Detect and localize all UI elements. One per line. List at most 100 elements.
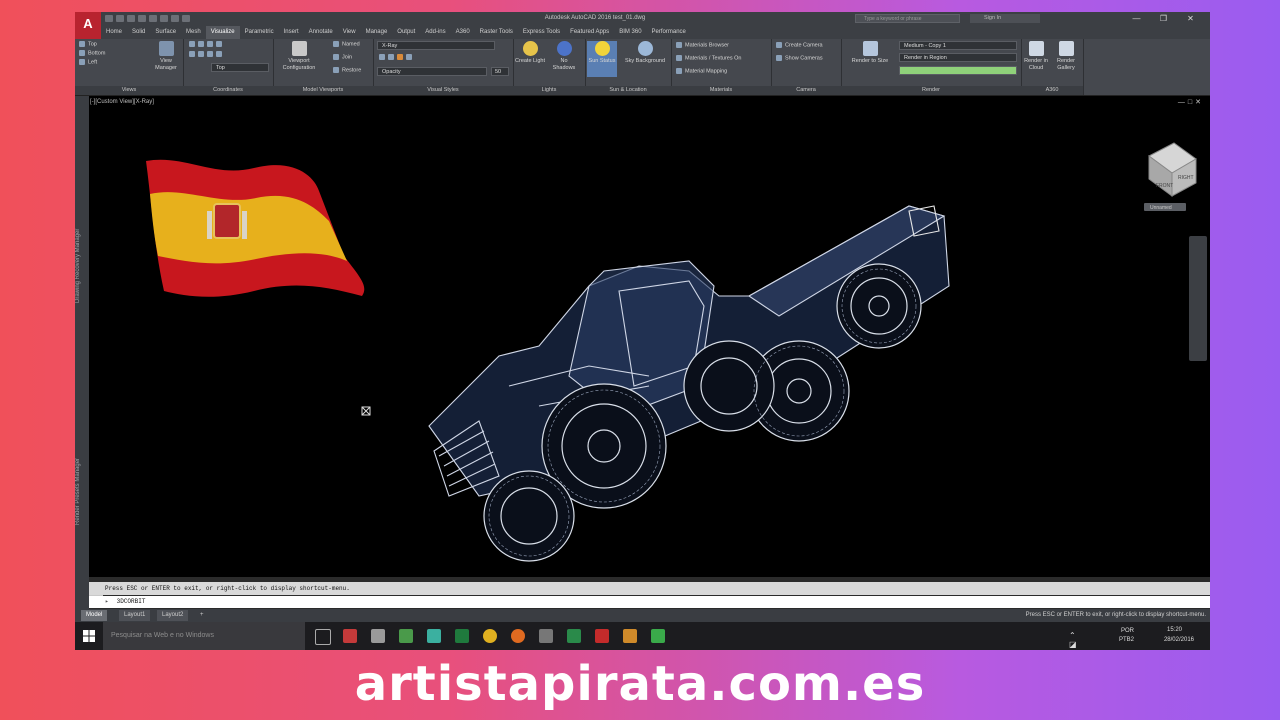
excel-icon[interactable] [455, 629, 469, 643]
app-logo[interactable]: A [75, 12, 101, 39]
language-indicator[interactable]: POR [1121, 628, 1134, 634]
show-cameras-button[interactable]: Show Cameras [776, 55, 823, 62]
viewcube[interactable]: FRONT RIGHT Unnamed [1134, 131, 1204, 211]
tab-manage[interactable]: Manage [361, 26, 393, 39]
layout1-tab[interactable]: Layout1 [119, 610, 151, 621]
window-title: Autodesk AutoCAD 2016 test_01.dwg [544, 15, 646, 21]
render-region-dropdown[interactable]: Render in Region [899, 53, 1017, 62]
tab-mesh[interactable]: Mesh [181, 26, 206, 39]
view-manager-button[interactable]: View Manager [151, 41, 181, 71]
tab-a360[interactable]: A360 [451, 26, 475, 39]
tab-raster-tools[interactable]: Raster Tools [475, 26, 518, 39]
redo-icon[interactable] [171, 15, 179, 22]
recorder-icon[interactable] [651, 629, 665, 643]
viewport-controls[interactable]: —□✕ [1178, 98, 1204, 106]
help-search-input[interactable]: Type a keyword or phrase [855, 14, 960, 23]
calculator-icon[interactable] [539, 629, 553, 643]
tab-parametric[interactable]: Parametric [240, 26, 279, 39]
render-to-size-button[interactable]: Render to Size [845, 41, 895, 65]
task-view-icon[interactable] [315, 629, 331, 645]
edge-style-icons[interactable] [379, 54, 415, 61]
ucs-dropdown[interactable]: Top [211, 63, 269, 72]
viewport-configuration-button[interactable]: Viewport Configuration [277, 41, 321, 71]
tab-featured-apps[interactable]: Featured Apps [565, 26, 614, 39]
new-icon[interactable] [105, 15, 113, 22]
tab-visualize[interactable]: Visualize [205, 26, 240, 39]
firefox-icon[interactable] [511, 629, 525, 643]
tab-insert[interactable]: Insert [279, 26, 304, 39]
restore-button[interactable]: Restore [333, 67, 361, 74]
clock-time[interactable]: 15:20 [1167, 627, 1182, 633]
tab-express-tools[interactable]: Express Tools [518, 26, 565, 39]
close-icon[interactable]: ✕ [1177, 12, 1204, 26]
tab-surface[interactable]: Surface [150, 26, 181, 39]
ucs-icons-row-2[interactable] [189, 51, 225, 58]
materials-browser-button[interactable]: Materials Browser [676, 42, 729, 49]
model-viewports-panel: Viewport Configuration Named Join Restor… [273, 39, 374, 95]
view-bottom[interactable]: Bottom [79, 50, 105, 57]
viewcube-face-front[interactable]: FRONT [1156, 183, 1173, 189]
camtasia-icon[interactable] [567, 629, 581, 643]
layout2-tab[interactable]: Layout2 [157, 610, 189, 621]
windows-start-icon[interactable] [83, 630, 95, 642]
workspace-icon[interactable] [182, 15, 190, 22]
store-icon[interactable] [427, 629, 441, 643]
view-left[interactable]: Left [79, 59, 97, 66]
navigation-bar[interactable] [1189, 236, 1207, 361]
light-bulb-icon [522, 41, 538, 56]
model-tab[interactable]: Model [81, 610, 108, 621]
chrome-icon[interactable] [483, 629, 497, 643]
opacity-value[interactable]: 50 [491, 67, 509, 76]
tab-output[interactable]: Output [392, 26, 420, 39]
viewport-label[interactable]: [-][Custom View][X-Ray] [90, 99, 154, 105]
materials-textures-button[interactable]: Materials / Textures On [676, 55, 741, 62]
windows-search-input[interactable]: Pesquisar na Web e no Windows [103, 622, 305, 650]
tab-performance[interactable]: Performance [647, 26, 691, 39]
render-preset-dropdown[interactable]: Medium - Copy 1 [899, 41, 1017, 50]
media-player-icon[interactable] [623, 629, 637, 643]
sign-in-button[interactable]: Sign In [970, 14, 1040, 23]
tab-bim-360[interactable]: BIM 360 [614, 26, 646, 39]
visual-style-dropdown[interactable]: X-Ray [377, 41, 495, 50]
plot-icon[interactable] [149, 15, 157, 22]
tab-annotate[interactable]: Annotate [304, 26, 338, 39]
viewcube-face-right[interactable]: RIGHT [1178, 175, 1194, 181]
save-icon[interactable] [127, 15, 135, 22]
material-mapping-button[interactable]: Material Mapping [676, 68, 727, 75]
opacity-slider[interactable]: Opacity [377, 67, 487, 76]
acrobat-icon[interactable] [343, 629, 357, 643]
ucs-icons-row[interactable] [189, 41, 225, 48]
view-top[interactable]: Top [79, 41, 97, 48]
open-icon[interactable] [116, 15, 124, 22]
render-presets-manager-tab[interactable]: Render Presets Manager [75, 426, 89, 556]
image-app-icon[interactable] [399, 629, 413, 643]
drawing-viewport[interactable]: [-][Custom View][X-Ray] —□✕ FRONT RIGHT … [89, 96, 1210, 577]
save-as-icon[interactable] [138, 15, 146, 22]
named-button[interactable]: Named [333, 41, 360, 48]
tab-view[interactable]: View [338, 26, 361, 39]
clock-date[interactable]: 28/02/2016 [1164, 637, 1194, 643]
ucs-menu[interactable]: Unnamed [1150, 205, 1172, 211]
sun-status-button[interactable]: Sun Status [587, 41, 617, 77]
status-bar: Model Layout1 Layout2 + Press ESC or ENT… [75, 609, 1210, 622]
autocad-taskbar-icon[interactable] [595, 629, 609, 643]
tab-add-ins[interactable]: Add-ins [420, 26, 450, 39]
tray-icons[interactable]: ⌃ ◪ ✉ ♬ ☰ [1069, 631, 1077, 650]
tab-solid[interactable]: Solid [127, 26, 150, 39]
restore-icon[interactable]: ❐ [1150, 12, 1177, 26]
keyboard-layout[interactable]: PTB2 [1119, 637, 1134, 643]
tab-home[interactable]: Home [101, 26, 127, 39]
undo-icon[interactable] [160, 15, 168, 22]
join-button[interactable]: Join [333, 54, 352, 61]
render-in-cloud-button[interactable]: Render in Cloud [1021, 41, 1051, 71]
no-shadows-button[interactable]: No Shadows [549, 41, 579, 71]
command-input[interactable]: ▸ 3DCORBIT [89, 596, 1210, 608]
drawing-recovery-manager-tab[interactable]: Drawing Recovery Manager [75, 186, 89, 346]
add-layout-icon[interactable]: + [195, 610, 209, 621]
sky-background-button[interactable]: Sky Background [621, 41, 669, 65]
minimize-icon[interactable]: — [1123, 12, 1150, 26]
render-gallery-button[interactable]: Render Gallery [1051, 41, 1081, 71]
file-manager-icon[interactable] [371, 629, 385, 643]
create-camera-button[interactable]: Create Camera [776, 42, 823, 49]
create-light-button[interactable]: Create Light [515, 41, 545, 65]
